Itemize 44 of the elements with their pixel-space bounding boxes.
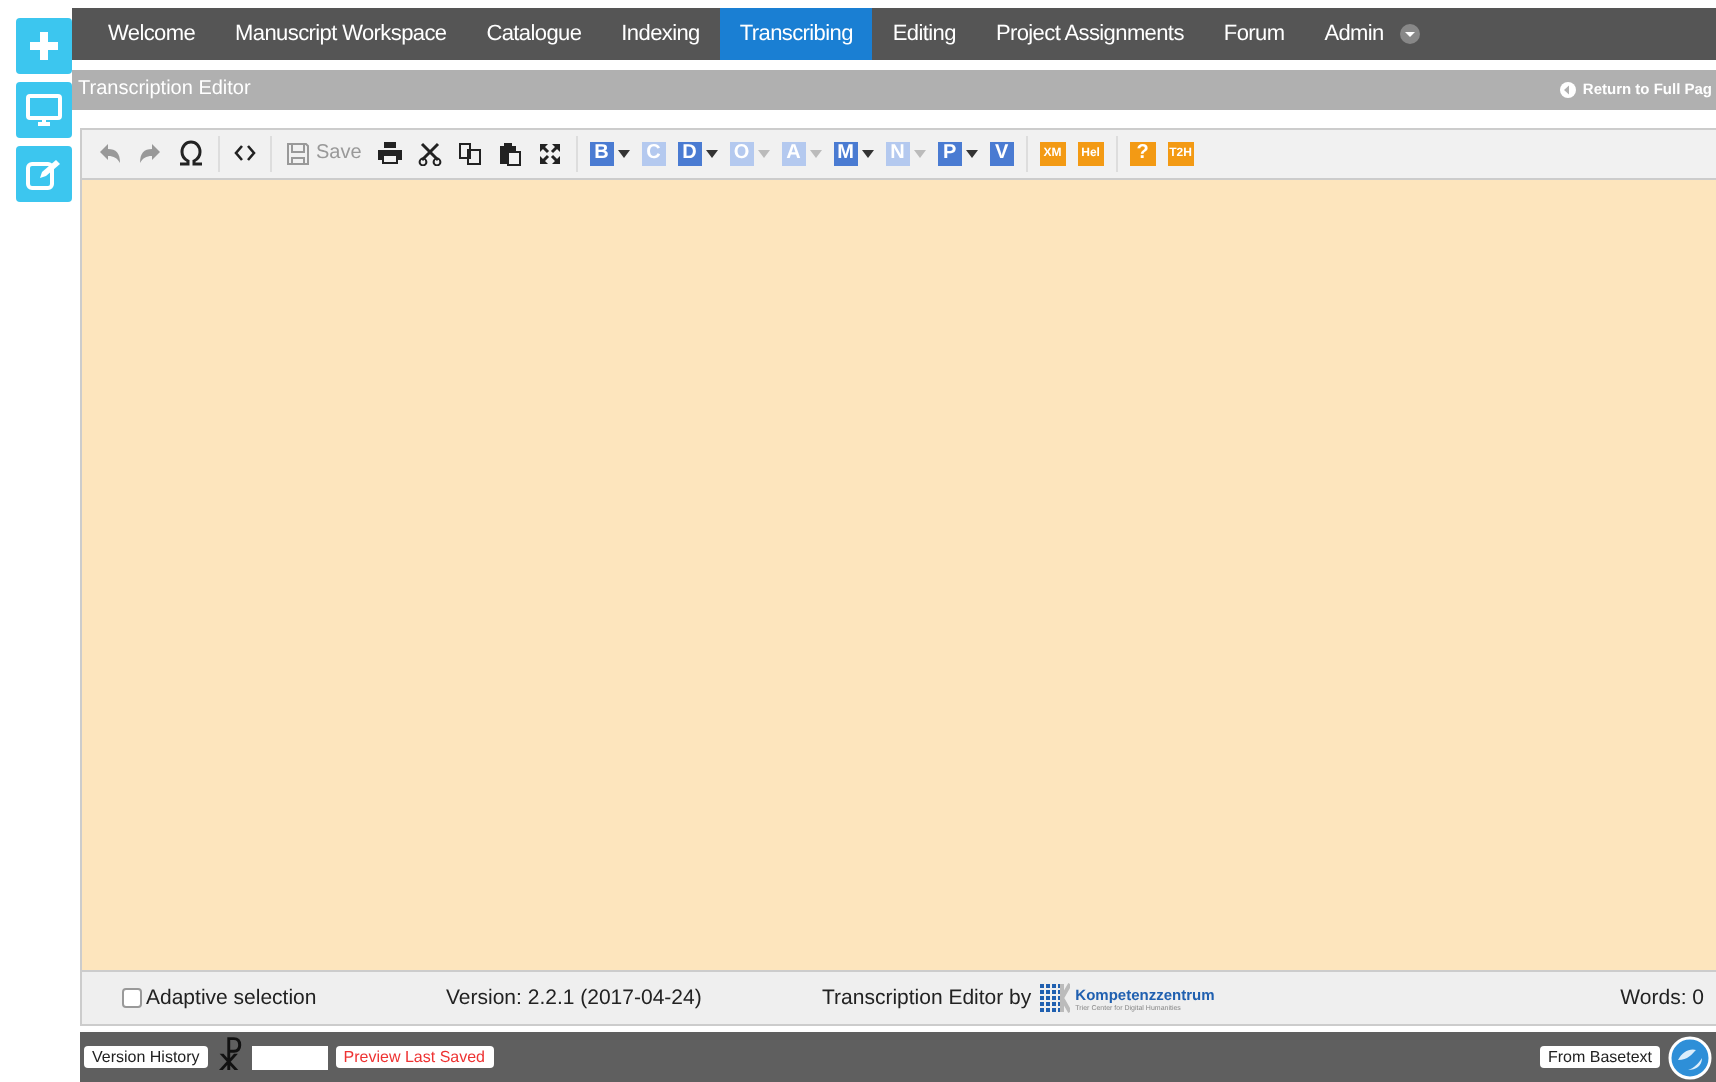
nav-tab[interactable]: Admin: [1304, 8, 1404, 60]
tag-button[interactable]: B: [583, 141, 636, 166]
nav-tab[interactable]: Manuscript Workspace: [215, 8, 467, 60]
source-icon[interactable]: [234, 144, 256, 163]
credit-text: Transcription Editor by: [822, 986, 1032, 1011]
caret-icon[interactable]: [617, 149, 630, 158]
print-icon[interactable]: [377, 142, 402, 165]
back-icon: [1560, 81, 1577, 98]
nav-tab[interactable]: Transcribing: [719, 8, 873, 60]
scissors-icon[interactable]: [417, 141, 442, 166]
nav-tab[interactable]: Project Assignments: [975, 8, 1204, 60]
nav-tab[interactable]: Forum: [1203, 8, 1305, 60]
nav-tab[interactable]: Editing: [872, 8, 976, 60]
omega-icon[interactable]: [178, 140, 204, 167]
paste-icon[interactable]: [497, 141, 522, 166]
version-text: Version: 2.2.1 (2017-04-24): [446, 986, 704, 1011]
panel-title: Transcription Editor: [78, 78, 251, 101]
maximize-icon[interactable]: [537, 141, 562, 166]
version-history-button[interactable]: Version History: [84, 1046, 208, 1069]
nav-tab[interactable]: Catalogue: [466, 8, 602, 60]
checkbox-label: Adaptive selection: [146, 986, 317, 1011]
tag-button[interactable]: P: [931, 141, 984, 166]
floppy-icon: [286, 141, 310, 166]
from-basetext-button[interactable]: From Basetext: [1539, 1046, 1660, 1069]
tool-button[interactable]: ?: [1129, 141, 1156, 166]
copy-icon[interactable]: [457, 141, 482, 166]
monitor-icon: [26, 94, 62, 126]
plus-icon: [28, 30, 60, 62]
word-count: Words: 0: [1620, 986, 1704, 1011]
tag-button[interactable]: M: [827, 141, 880, 166]
dot-grid-icon: [1037, 982, 1070, 1015]
checkbox[interactable]: [122, 988, 142, 1009]
tag-button[interactable]: D: [671, 141, 724, 166]
input-field[interactable]: [251, 1045, 328, 1070]
caret-icon[interactable]: [965, 149, 978, 158]
dropdown-icon[interactable]: [1399, 24, 1420, 44]
chi-rho-symbol[interactable]: ☧: [215, 1039, 244, 1076]
caret-icon[interactable]: [861, 149, 874, 158]
preview-button[interactable]: Preview Last Saved: [335, 1046, 493, 1069]
nav-tab[interactable]: Welcome: [88, 8, 216, 60]
nav-tab[interactable]: Indexing: [601, 8, 720, 60]
caret-icon[interactable]: [705, 149, 718, 158]
globe-icon[interactable]: [1668, 1035, 1712, 1080]
edit-icon: [26, 158, 62, 190]
